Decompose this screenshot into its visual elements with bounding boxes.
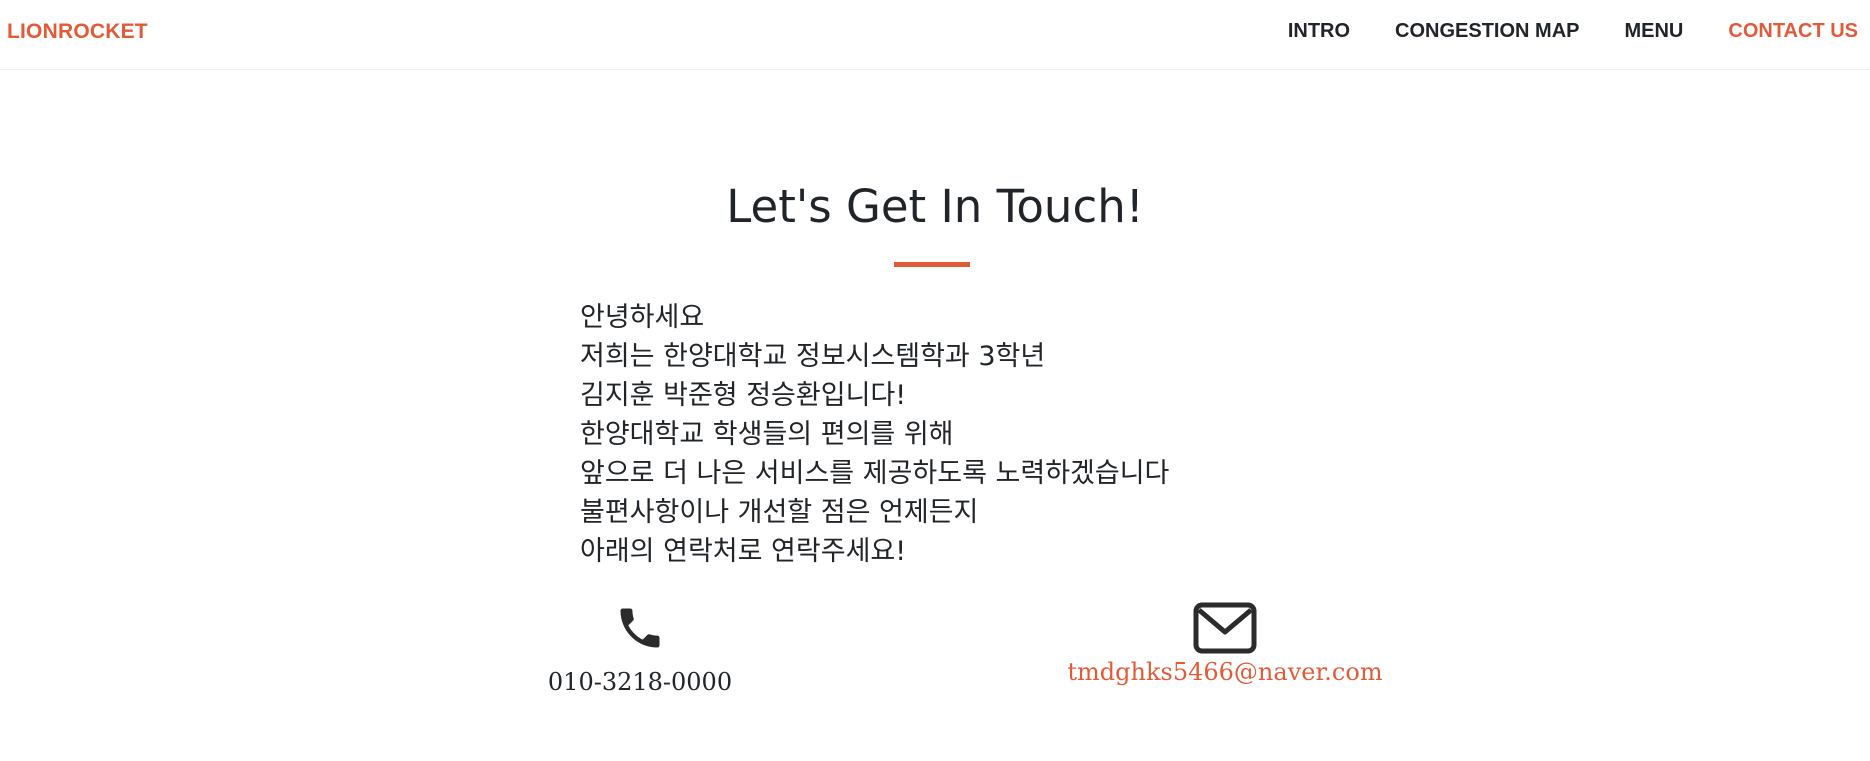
nav-link-menu[interactable]: MENU [1624,20,1683,43]
message-line: 불편사항이나 개선할 점은 언제든지 [580,497,979,528]
message-line: 한양대학교 학생들의 편의를 위해 [580,419,954,450]
brand-logo-link[interactable]: LIONROCKET [7,20,148,44]
nav-link-intro[interactable]: INTRO [1288,20,1350,43]
contact-heading: Let's Get In Touch! [726,180,1144,233]
message-line: 저희는 한양대학교 정보시스템학과 3학년 [580,341,1046,372]
message-line: 안녕하세요 [580,302,705,333]
phone-number: 010-3218-0000 [547,668,733,696]
nav-links: INTRO CONGESTION MAP MENU CONTACT US [1243,20,1858,43]
nav-link-congestion-map[interactable]: CONGESTION MAP [1395,20,1579,43]
contact-message: 안녕하세요 저희는 한양대학교 정보시스템학과 3학년 김지훈 박준형 정승환입… [580,298,1169,571]
nav-link-contact-us[interactable]: CONTACT US [1728,20,1858,43]
envelope-icon [1040,602,1410,658]
message-line: 앞으로 더 나은 서비스를 제공하도록 노력하겠습니다 [580,458,1170,489]
phone-contact: 010-3218-0000 [530,602,750,696]
navbar: LIONROCKET INTRO CONGESTION MAP MENU CON… [0,0,1870,70]
phone-icon [530,602,750,658]
email-contact: tmdghks5466@naver.com [1040,602,1410,686]
message-line: 김지훈 박준형 정승환입니다! [580,380,907,411]
heading-divider [894,262,970,267]
message-line: 아래의 연락처로 연락주세요! [580,536,907,567]
email-link[interactable]: tmdghks5466@naver.com [1067,658,1382,686]
